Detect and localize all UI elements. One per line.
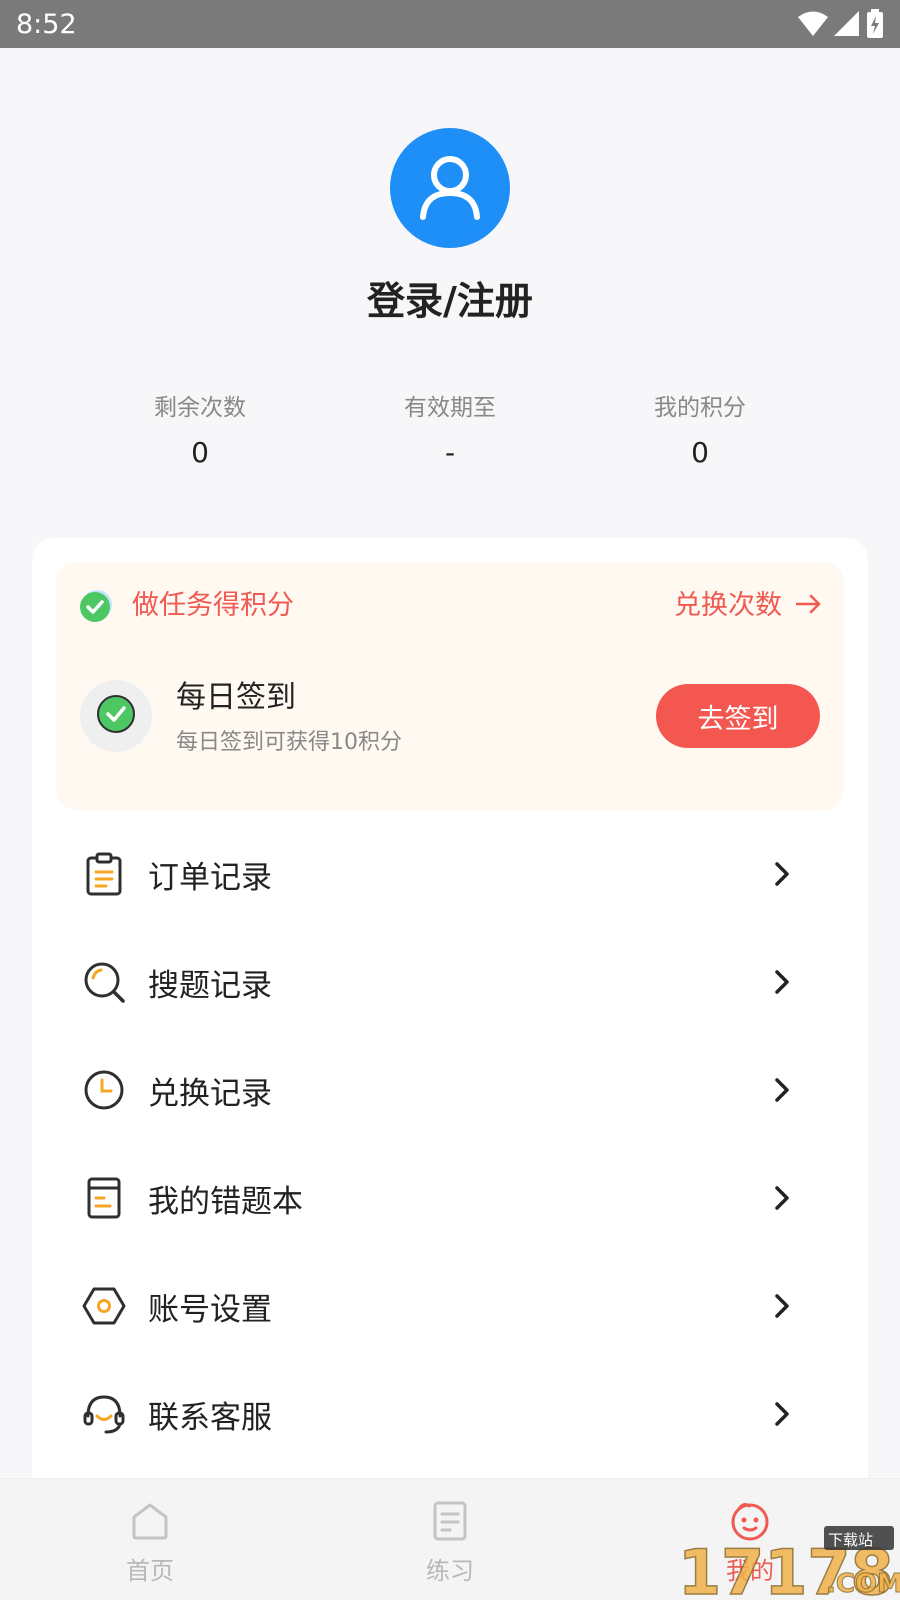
chevron-right-icon (774, 1185, 790, 1211)
menu-item-label: 联系客服 (148, 1399, 272, 1436)
menu-item-label: 搜题记录 (148, 967, 272, 1004)
nav-mine[interactable]: 我的 (600, 1479, 900, 1600)
status-icons (798, 9, 884, 39)
stat-value: 0 (191, 436, 209, 469)
nav-label: 我的 (726, 1557, 774, 1585)
avatar[interactable] (390, 128, 510, 248)
search-icon (76, 954, 132, 1010)
chevron-right-icon (774, 969, 790, 995)
profile-face-icon (729, 1497, 771, 1545)
stat-label: 剩余次数 (154, 395, 246, 421)
user-icon (415, 151, 485, 225)
login-register-link[interactable]: 登录/注册 (0, 270, 900, 325)
stat-value: 0 (691, 436, 709, 469)
chevron-right-icon (774, 1077, 790, 1103)
checkin-check-icon (96, 694, 136, 738)
menu-item-label: 我的错题本 (148, 1183, 303, 1220)
menu-item-order-records[interactable]: 订单记录 (56, 820, 844, 928)
nav-label: 首页 (126, 1557, 174, 1585)
stat-label: 我的积分 (654, 395, 746, 421)
task-section-title: 做任务得积分 (132, 590, 294, 621)
menu-item-account-settings[interactable]: 账号设置 (56, 1252, 844, 1360)
exchange-count-link[interactable]: 兑换次数 (674, 588, 822, 624)
clock-icon (76, 1062, 132, 1118)
nav-practice[interactable]: 练习 (300, 1479, 600, 1600)
stat-valid-until: 有效期至 - (320, 392, 580, 470)
checkin-title: 每日签到 (176, 680, 296, 715)
menu-item-label: 账号设置 (148, 1291, 272, 1328)
stat-label: 有效期至 (404, 395, 496, 421)
practice-icon (432, 1497, 468, 1545)
menu-item-customer-service[interactable]: 联系客服 (56, 1360, 844, 1468)
chevron-right-icon (774, 1401, 790, 1427)
menu-item-label: 订单记录 (148, 859, 272, 896)
menu-item-search-records[interactable]: 搜题记录 (56, 928, 844, 1036)
nav-home[interactable]: 首页 (0, 1479, 300, 1600)
status-bar: 8:52 (0, 0, 900, 48)
stats-row: 剩余次数 0 有效期至 - 我的积分 0 (0, 392, 900, 482)
checkin-icon-container (80, 680, 152, 752)
menu-item-exchange-records[interactable]: 兑换记录 (56, 1036, 844, 1144)
stat-remaining-count: 剩余次数 0 (70, 392, 330, 470)
check-circle-icon (78, 588, 114, 628)
checkin-button[interactable]: 去签到 (656, 684, 820, 748)
stat-my-points: 我的积分 0 (570, 392, 830, 470)
menu-item-mistake-notebook[interactable]: 我的错题本 (56, 1144, 844, 1252)
chevron-right-icon (774, 1293, 790, 1319)
headset-icon (76, 1386, 132, 1442)
signal-icon (834, 11, 860, 37)
battery-icon (866, 9, 884, 39)
checkin-description: 每日签到可获得10积分 (176, 730, 402, 755)
stat-value: - (444, 436, 456, 469)
clipboard-icon (76, 846, 132, 902)
nav-label: 练习 (426, 1557, 474, 1585)
chevron-right-icon (774, 861, 790, 887)
settings-icon (76, 1278, 132, 1334)
status-time: 8:52 (16, 8, 77, 40)
arrow-right-icon (795, 588, 822, 624)
bottom-nav: 首页 练习 我的 (0, 1478, 900, 1600)
notebook-icon (76, 1170, 132, 1226)
home-icon (130, 1497, 170, 1545)
menu-item-label: 兑换记录 (148, 1075, 272, 1112)
wifi-icon (798, 11, 828, 37)
exchange-count-label: 兑换次数 (674, 590, 782, 621)
